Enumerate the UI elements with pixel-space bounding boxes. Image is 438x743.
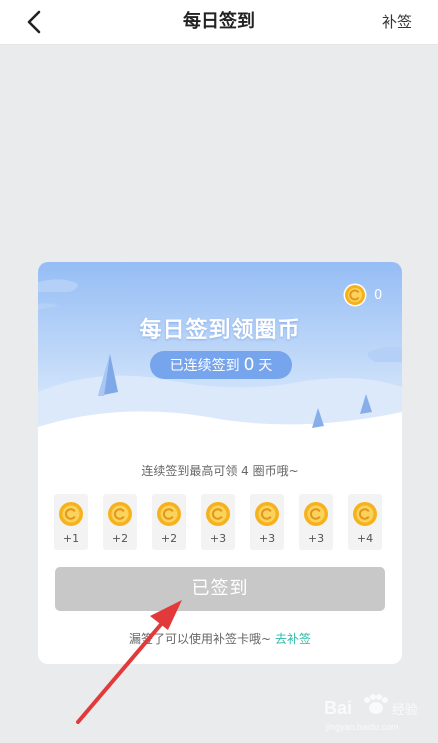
day-reward-item: +3 xyxy=(250,494,284,550)
day-reward-value: +2 xyxy=(111,532,129,545)
streak-days: 0 xyxy=(243,355,255,375)
coin-icon xyxy=(343,283,367,307)
day-reward-item: +3 xyxy=(201,494,235,550)
banner-title: 每日签到领圈币 xyxy=(139,318,301,343)
daily-signin-card: 0 每日签到领圈币 已连续签到 0 天 连续签到最高可领 4 圈币哦~ +1 +2 … xyxy=(38,262,402,664)
makeup-signin-button[interactable]: 补签 xyxy=(382,0,412,44)
day-reward-value: +1 xyxy=(62,532,80,545)
day-reward-value: +3 xyxy=(209,532,227,545)
day-reward-list: +1 +2 +2 +3 +3 +3 +4 xyxy=(54,494,384,550)
day-reward-item: +1 xyxy=(54,494,88,550)
day-reward-item: +2 xyxy=(103,494,137,550)
page-title: 每日签到 xyxy=(183,11,255,32)
streak-prefix: 已连续签到 xyxy=(169,358,240,374)
day-reward-value: +3 xyxy=(307,532,325,545)
go-makeup-link[interactable]: 去补签 xyxy=(275,632,311,646)
day-reward-value: +2 xyxy=(160,532,178,545)
day-reward-item: +4 xyxy=(348,494,382,550)
svg-text:jingyan.baidu.com: jingyan.baidu.com xyxy=(325,722,399,732)
baidu-watermark-logo: Bai 经验 jingyan.baidu.com xyxy=(324,694,418,732)
svg-text:经验: 经验 xyxy=(392,702,418,717)
coin-icon xyxy=(353,502,377,526)
coin-icon xyxy=(108,502,132,526)
day-reward-item: +3 xyxy=(299,494,333,550)
day-reward-value: +4 xyxy=(356,532,374,545)
coin-icon xyxy=(304,502,328,526)
makeup-hint: 漏签了可以使用补签卡哦~ 去补签 xyxy=(38,630,402,647)
svg-text:Bai: Bai xyxy=(324,698,352,718)
streak-badge: 已连续签到 0 天 xyxy=(150,351,292,379)
coin-icon xyxy=(157,502,181,526)
coin-count: 0 xyxy=(374,287,383,303)
coin-icon xyxy=(59,502,83,526)
day-reward-value: +3 xyxy=(258,532,276,545)
makeup-hint-text: 漏签了可以使用补签卡哦~ xyxy=(129,632,272,646)
coin-icon xyxy=(206,502,230,526)
nav-bar: 每日签到 补签 xyxy=(0,0,438,45)
streak-suffix: 天 xyxy=(258,358,273,374)
signed-in-button[interactable]: 已签到 xyxy=(55,567,385,611)
reward-hint: 连续签到最高可领 4 圈币哦~ xyxy=(141,464,299,478)
coin-icon xyxy=(255,502,279,526)
day-reward-item: +2 xyxy=(152,494,186,550)
coin-balance: 0 xyxy=(343,283,382,307)
